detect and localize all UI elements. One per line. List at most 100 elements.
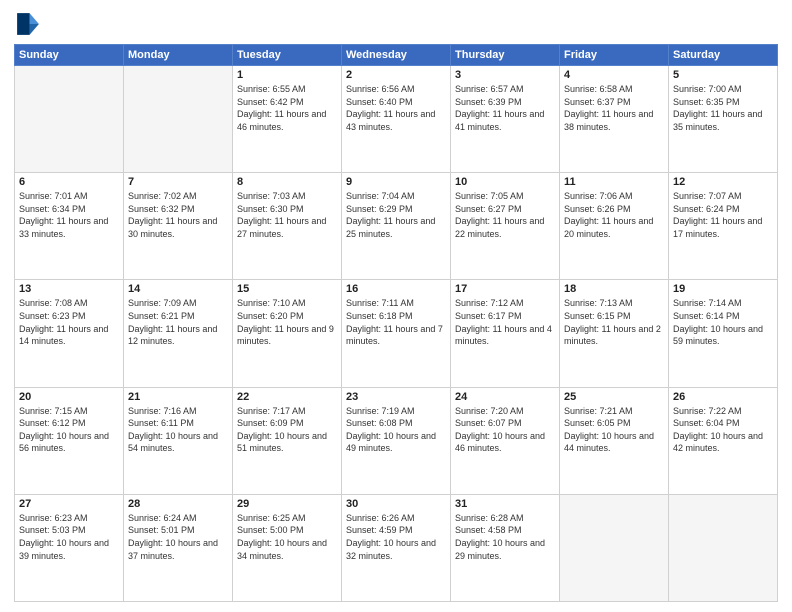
day-number: 1 xyxy=(237,69,337,81)
day-info: Sunrise: 7:03 AMSunset: 6:30 PMDaylight:… xyxy=(237,190,337,240)
day-number: 7 xyxy=(128,176,228,188)
day-info: Sunrise: 7:12 AMSunset: 6:17 PMDaylight:… xyxy=(455,297,555,347)
week-row-1: 1Sunrise: 6:55 AMSunset: 6:42 PMDaylight… xyxy=(15,66,778,173)
day-cell: 30 Sunrise: 6:26 AMSunset: 4:59 PMDayligh… xyxy=(342,494,451,601)
day-number: 15 xyxy=(237,283,337,295)
day-info: Sunrise: 7:08 AMSunset: 6:23 PMDaylight:… xyxy=(19,297,119,347)
day-info: Sunrise: 7:22 AMSunset: 6:04 PMDaylight:… xyxy=(673,405,773,455)
weekday-header-monday: Monday xyxy=(124,45,233,66)
day-cell: 27 Sunrise: 6:23 AMSunset: 5:03 PMDayligh… xyxy=(15,494,124,601)
week-row-4: 20 Sunrise: 7:15 AMSunset: 6:12 PMDayligh… xyxy=(15,387,778,494)
day-cell: 9 Sunrise: 7:04 AMSunset: 6:29 PMDaylight… xyxy=(342,173,451,280)
day-number: 12 xyxy=(673,176,773,188)
day-number: 11 xyxy=(564,176,664,188)
day-cell: 21 Sunrise: 7:16 AMSunset: 6:11 PMDayligh… xyxy=(124,387,233,494)
day-info: Sunrise: 6:57 AMSunset: 6:39 PMDaylight:… xyxy=(455,83,555,133)
day-cell: 26Sunrise: 7:22 AMSunset: 6:04 PMDayligh… xyxy=(669,387,778,494)
day-cell: 16 Sunrise: 7:11 AMSunset: 6:18 PMDayligh… xyxy=(342,280,451,387)
day-number: 9 xyxy=(346,176,446,188)
day-cell: 12 Sunrise: 7:07 AMSunset: 6:24 PMDayligh… xyxy=(669,173,778,280)
day-cell xyxy=(669,494,778,601)
weekday-header-tuesday: Tuesday xyxy=(233,45,342,66)
day-cell: 14 Sunrise: 7:09 AMSunset: 6:21 PMDayligh… xyxy=(124,280,233,387)
day-info: Sunrise: 6:28 AMSunset: 4:58 PMDaylight:… xyxy=(455,512,555,562)
day-info: Sunrise: 7:16 AMSunset: 6:11 PMDaylight:… xyxy=(128,405,228,455)
day-cell: 3 Sunrise: 6:57 AMSunset: 6:39 PMDaylight… xyxy=(451,66,560,173)
day-cell: 24 Sunrise: 7:20 AMSunset: 6:07 PMDayligh… xyxy=(451,387,560,494)
day-cell: 29 Sunrise: 6:25 AMSunset: 5:00 PMDayligh… xyxy=(233,494,342,601)
day-number: 20 xyxy=(19,391,119,403)
day-cell: 28 Sunrise: 6:24 AMSunset: 5:01 PMDayligh… xyxy=(124,494,233,601)
day-cell: 10 Sunrise: 7:05 AMSunset: 6:27 PMDayligh… xyxy=(451,173,560,280)
day-info: Sunrise: 7:04 AMSunset: 6:29 PMDaylight:… xyxy=(346,190,446,240)
day-number: 31 xyxy=(455,498,555,510)
logo-icon xyxy=(14,10,42,38)
day-cell: 19Sunrise: 7:14 AMSunset: 6:14 PMDayligh… xyxy=(669,280,778,387)
day-info: Sunrise: 7:02 AMSunset: 6:32 PMDaylight:… xyxy=(128,190,228,240)
day-number: 19 xyxy=(673,283,773,295)
day-number: 8 xyxy=(237,176,337,188)
week-row-5: 27 Sunrise: 6:23 AMSunset: 5:03 PMDayligh… xyxy=(15,494,778,601)
day-number: 25 xyxy=(564,391,664,403)
weekday-header-wednesday: Wednesday xyxy=(342,45,451,66)
day-number: 5 xyxy=(673,69,773,81)
day-number: 29 xyxy=(237,498,337,510)
day-number: 24 xyxy=(455,391,555,403)
weekday-header-thursday: Thursday xyxy=(451,45,560,66)
day-number: 17 xyxy=(455,283,555,295)
day-info: Sunrise: 6:56 AMSunset: 6:40 PMDaylight:… xyxy=(346,83,446,133)
day-info: Sunrise: 7:17 AMSunset: 6:09 PMDaylight:… xyxy=(237,405,337,455)
day-number: 27 xyxy=(19,498,119,510)
day-cell: 4 Sunrise: 6:58 AMSunset: 6:37 PMDaylight… xyxy=(560,66,669,173)
day-cell: 5 Sunrise: 7:00 AMSunset: 6:35 PMDaylight… xyxy=(669,66,778,173)
day-info: Sunrise: 7:11 AMSunset: 6:18 PMDaylight:… xyxy=(346,297,446,347)
day-info: Sunrise: 7:09 AMSunset: 6:21 PMDaylight:… xyxy=(128,297,228,347)
day-cell: 7 Sunrise: 7:02 AMSunset: 6:32 PMDaylight… xyxy=(124,173,233,280)
day-info: Sunrise: 6:25 AMSunset: 5:00 PMDaylight:… xyxy=(237,512,337,562)
day-cell: 2 Sunrise: 6:56 AMSunset: 6:40 PMDaylight… xyxy=(342,66,451,173)
weekday-header-row: SundayMondayTuesdayWednesdayThursdayFrid… xyxy=(15,45,778,66)
day-number: 21 xyxy=(128,391,228,403)
day-number: 6 xyxy=(19,176,119,188)
day-cell: 13Sunrise: 7:08 AMSunset: 6:23 PMDayligh… xyxy=(15,280,124,387)
day-info: Sunrise: 6:58 AMSunset: 6:37 PMDaylight:… xyxy=(564,83,664,133)
day-info: Sunrise: 7:19 AMSunset: 6:08 PMDaylight:… xyxy=(346,405,446,455)
day-number: 22 xyxy=(237,391,337,403)
logo xyxy=(14,10,46,38)
day-info: Sunrise: 6:24 AMSunset: 5:01 PMDaylight:… xyxy=(128,512,228,562)
calendar-table: SundayMondayTuesdayWednesdayThursdayFrid… xyxy=(14,44,778,602)
day-cell: 23Sunrise: 7:19 AMSunset: 6:08 PMDayligh… xyxy=(342,387,451,494)
day-info: Sunrise: 6:26 AMSunset: 4:59 PMDaylight:… xyxy=(346,512,446,562)
day-info: Sunrise: 6:23 AMSunset: 5:03 PMDaylight:… xyxy=(19,512,119,562)
header xyxy=(14,10,778,38)
page: SundayMondayTuesdayWednesdayThursdayFrid… xyxy=(0,0,792,612)
day-number: 28 xyxy=(128,498,228,510)
day-info: Sunrise: 7:05 AMSunset: 6:27 PMDaylight:… xyxy=(455,190,555,240)
day-number: 4 xyxy=(564,69,664,81)
day-info: Sunrise: 7:15 AMSunset: 6:12 PMDaylight:… xyxy=(19,405,119,455)
day-info: Sunrise: 7:20 AMSunset: 6:07 PMDaylight:… xyxy=(455,405,555,455)
weekday-header-friday: Friday xyxy=(560,45,669,66)
day-info: Sunrise: 7:07 AMSunset: 6:24 PMDaylight:… xyxy=(673,190,773,240)
day-cell: 22 Sunrise: 7:17 AMSunset: 6:09 PMDayligh… xyxy=(233,387,342,494)
day-info: Sunrise: 7:06 AMSunset: 6:26 PMDaylight:… xyxy=(564,190,664,240)
week-row-3: 13Sunrise: 7:08 AMSunset: 6:23 PMDayligh… xyxy=(15,280,778,387)
day-cell: 11 Sunrise: 7:06 AMSunset: 6:26 PMDayligh… xyxy=(560,173,669,280)
day-number: 10 xyxy=(455,176,555,188)
day-info: Sunrise: 7:00 AMSunset: 6:35 PMDaylight:… xyxy=(673,83,773,133)
day-number: 14 xyxy=(128,283,228,295)
day-cell xyxy=(15,66,124,173)
day-cell: 1Sunrise: 6:55 AMSunset: 6:42 PMDaylight… xyxy=(233,66,342,173)
day-cell: 8 Sunrise: 7:03 AMSunset: 6:30 PMDaylight… xyxy=(233,173,342,280)
day-cell: 25Sunrise: 7:21 AMSunset: 6:05 PMDayligh… xyxy=(560,387,669,494)
weekday-header-sunday: Sunday xyxy=(15,45,124,66)
day-cell xyxy=(124,66,233,173)
day-number: 2 xyxy=(346,69,446,81)
day-cell: 18Sunrise: 7:13 AMSunset: 6:15 PMDayligh… xyxy=(560,280,669,387)
day-cell: 6 Sunrise: 7:01 AMSunset: 6:34 PMDaylight… xyxy=(15,173,124,280)
day-number: 3 xyxy=(455,69,555,81)
day-number: 30 xyxy=(346,498,446,510)
day-number: 16 xyxy=(346,283,446,295)
day-info: Sunrise: 7:01 AMSunset: 6:34 PMDaylight:… xyxy=(19,190,119,240)
day-info: Sunrise: 7:13 AMSunset: 6:15 PMDaylight:… xyxy=(564,297,664,347)
